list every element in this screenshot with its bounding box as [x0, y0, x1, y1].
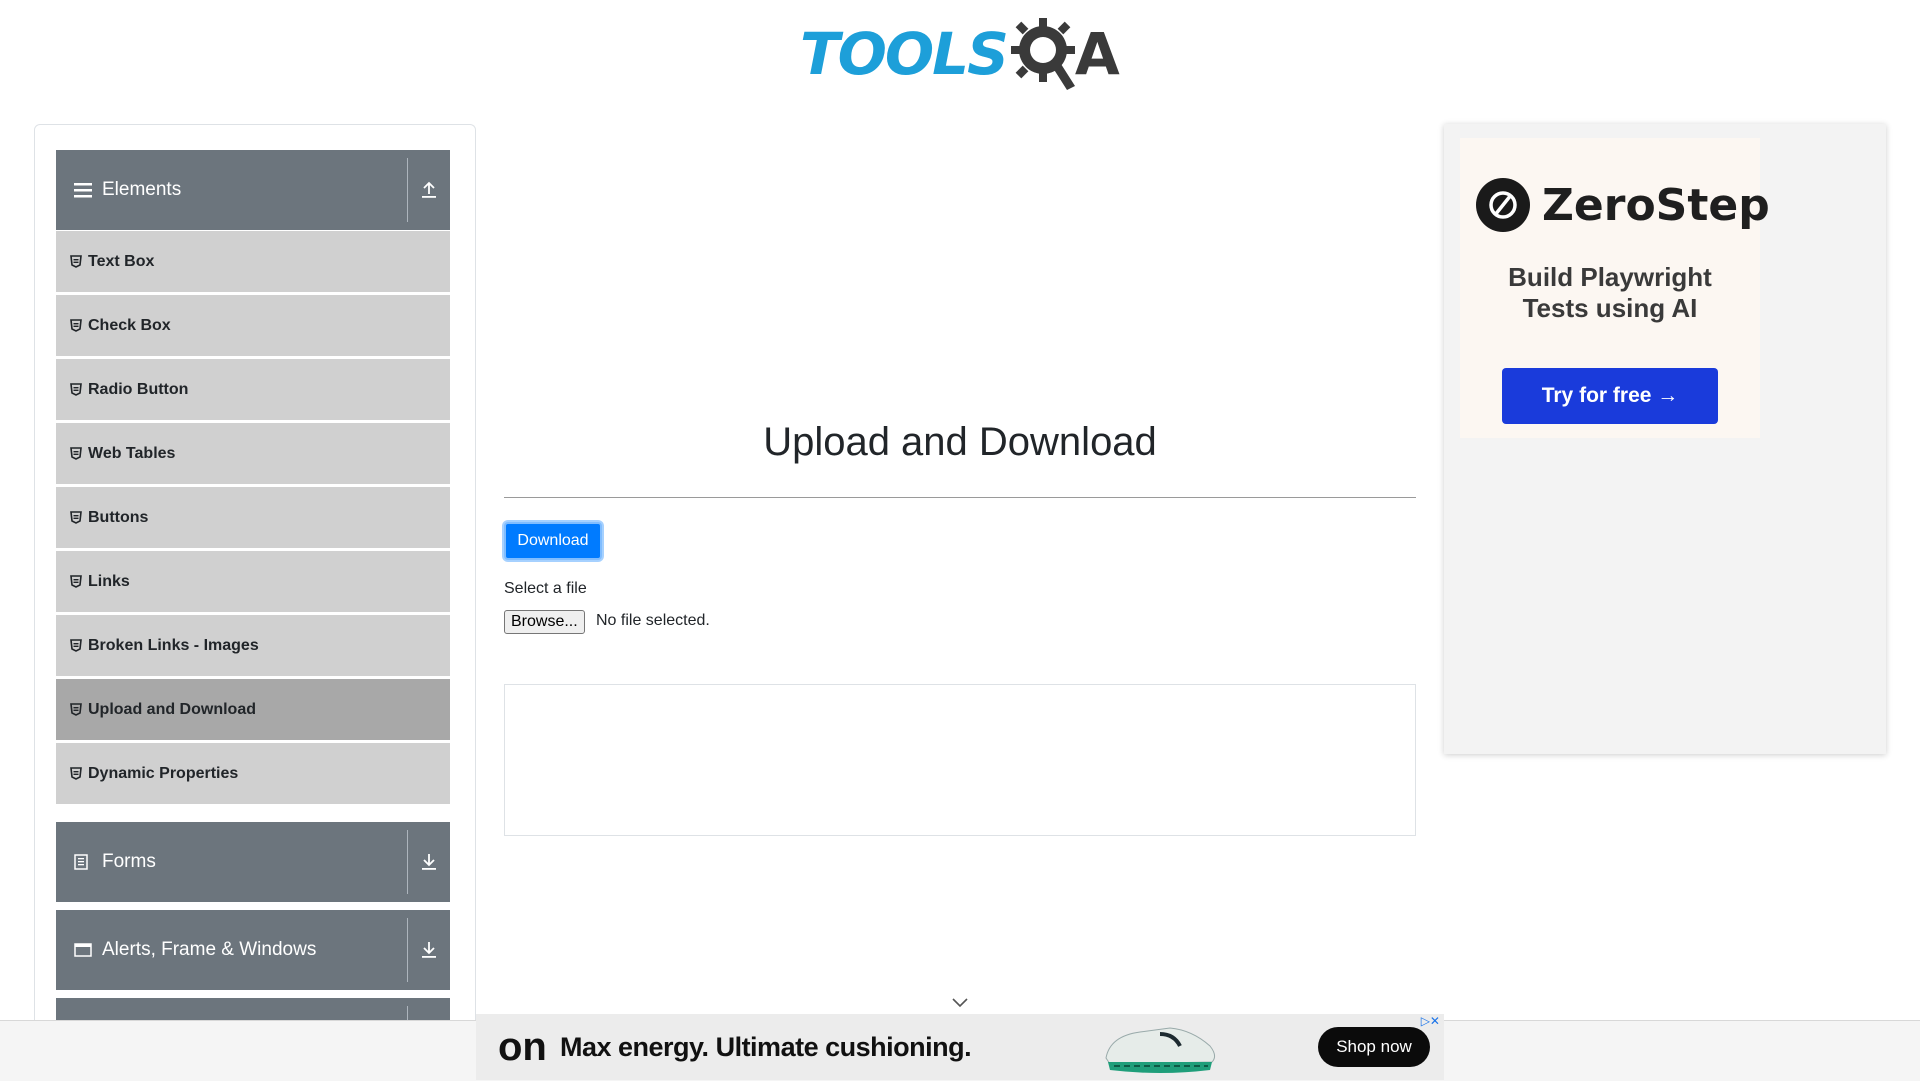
arrow-up-icon[interactable]	[407, 158, 450, 222]
sidebar-item-text-box[interactable]: Text Box	[56, 231, 450, 292]
adchoices-icon[interactable]: ▷✕	[1421, 1014, 1440, 1028]
sidebar-item-buttons[interactable]: Buttons	[56, 487, 450, 548]
ad-headline: Max energy. Ultimate cushioning.	[560, 1031, 972, 1062]
logo-text-tools: TOOLS	[800, 20, 1009, 88]
sidebar-item-label: Text Box	[88, 252, 155, 270]
side-ad[interactable]: ZeroStep Build Playwright Tests using AI…	[1444, 124, 1886, 754]
sidebar-item-web-tables[interactable]: Web Tables	[56, 423, 450, 484]
sidebar-item-label: Buttons	[88, 508, 149, 526]
page-title: Upload and Download	[763, 420, 1157, 464]
zerostep-ad-card[interactable]: ZeroStep Build Playwright Tests using AI…	[1460, 138, 1770, 438]
sidebar-item-check-box[interactable]: Check Box	[56, 295, 450, 356]
no-file-text: No file selected.	[596, 612, 710, 629]
browse-button[interactable]: Browse...	[504, 610, 585, 634]
shield-icon	[70, 383, 82, 396]
sidebar-item-broken-links[interactable]: Broken Links - Images	[56, 615, 450, 676]
sidebar-item-label: Radio Button	[88, 380, 189, 398]
shield-icon	[70, 319, 82, 332]
sidebar-item-label: Upload and Download	[88, 700, 256, 718]
logo-qa: A	[1009, 16, 1120, 92]
sidebar-item-links[interactable]: Links	[56, 551, 450, 612]
shield-icon	[70, 255, 82, 268]
group-title: Alerts, Frame & Windows	[102, 939, 317, 960]
on-logo: on	[498, 1025, 547, 1069]
form-icon	[74, 854, 96, 870]
group-title: Forms	[102, 851, 156, 872]
zerostep-tagline: Build Playwright Tests using AI	[1508, 262, 1712, 323]
upload-result-box	[504, 684, 1416, 836]
title-divider	[504, 497, 1416, 498]
select-file-label: Select a file	[504, 580, 587, 597]
sidebar-item-upload-download[interactable]: Upload and Download	[56, 679, 450, 740]
gear-magnifier-icon	[1010, 18, 1075, 90]
arrow-down-icon[interactable]	[407, 830, 450, 894]
shield-icon	[70, 767, 82, 780]
group-title: Elements	[102, 179, 182, 200]
sidebar-item-radio-button[interactable]: Radio Button	[56, 359, 450, 420]
zerostep-logo: ZeroStep	[1476, 178, 1770, 232]
shield-icon	[70, 511, 82, 524]
left-sidebar: Elements Text Box Check Box Radio Button…	[34, 124, 476, 1081]
download-button[interactable]: Download	[504, 522, 602, 560]
shield-icon	[70, 703, 82, 716]
group-header-forms[interactable]: Forms	[56, 822, 450, 902]
toolsqa-logo[interactable]: TOOLS A	[800, 14, 1124, 94]
arrow-down-icon[interactable]	[407, 918, 450, 982]
window-icon	[74, 942, 96, 958]
shield-icon	[70, 447, 82, 460]
shoe-image	[1105, 1027, 1216, 1073]
hamburger-icon	[74, 182, 96, 198]
zerostep-brand: ZeroStep	[1542, 179, 1770, 231]
sidebar-item-label: Check Box	[88, 316, 171, 334]
try-for-free-button[interactable]: Try for free →	[1502, 368, 1718, 424]
shield-icon	[70, 575, 82, 588]
shop-now-button[interactable]: Shop now	[1318, 1027, 1430, 1067]
sidebar-item-label: Dynamic Properties	[88, 764, 239, 782]
sidebar-item-label: Links	[88, 572, 130, 590]
logo-text-a: A	[1074, 20, 1120, 88]
sidebar-item-label: Broken Links - Images	[88, 636, 259, 654]
sidebar-item-label: Web Tables	[88, 444, 176, 462]
group-header-elements[interactable]: Elements	[56, 150, 450, 230]
chevron-down-icon[interactable]	[952, 992, 968, 1013]
shield-icon	[70, 639, 82, 652]
bottom-banner-ad[interactable]: on Max energy. Ultimate cushioning. Shop…	[476, 1014, 1444, 1080]
group-header-alerts[interactable]: Alerts, Frame & Windows	[56, 910, 450, 990]
zerostep-mark-icon	[1476, 178, 1530, 232]
sidebar-item-dynamic-properties[interactable]: Dynamic Properties	[56, 743, 450, 804]
